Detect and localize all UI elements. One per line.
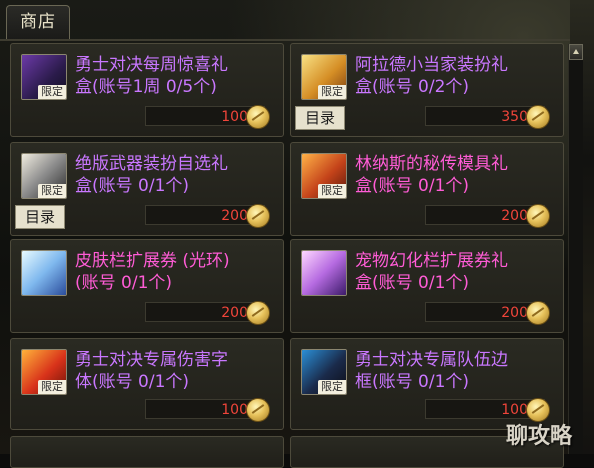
shop-item-card[interactable]: 宠物幻化栏扩展券礼 盒(账号 0/1个) 200 <box>290 239 564 333</box>
shop-item-card[interactable]: 限定 勇士对决每周惊喜礼 盒(账号1周 0/5个) 100 <box>10 43 284 137</box>
item-name-line: 勇士对决专属伤害字 <box>75 350 228 370</box>
item-price: 100 <box>145 398 270 422</box>
item-name-line: 盒(账号 0/1个) <box>355 176 470 196</box>
tab-shop[interactable]: 商店 <box>6 5 70 40</box>
scroll-up-arrow-icon[interactable] <box>569 44 583 60</box>
shop-item-card[interactable]: 限定 林纳斯的秘传模具礼 盒(账号 0/1个) 200 <box>290 142 564 236</box>
item-price: 100 <box>425 398 550 422</box>
tab-divider <box>0 39 570 41</box>
coin-icon <box>526 105 550 129</box>
item-name-line: 绝版武器装扮自选礼 <box>75 154 228 174</box>
item-name-line: 宠物幻化栏扩展券礼 <box>355 251 508 271</box>
item-name-line: 阿拉德小当家装扮礼 <box>355 55 508 75</box>
item-icon[interactable]: 限定 <box>301 54 347 100</box>
coin-icon <box>526 301 550 325</box>
limited-tag: 限定 <box>318 85 346 99</box>
price-value: 200 <box>221 208 248 224</box>
shop-item-card[interactable]: 限定 阿拉德小当家装扮礼 盒(账号 0/2个) 350 目录 <box>290 43 564 137</box>
price-value: 100 <box>501 402 528 418</box>
item-name-line: 盒(账号 0/2个) <box>355 77 470 97</box>
limited-tag: 限定 <box>38 184 66 198</box>
limited-tag: 限定 <box>318 184 346 198</box>
item-name: 阿拉德小当家装扮礼 盒(账号 0/2个) <box>355 54 555 98</box>
item-name-line: 体(账号 0/1个) <box>75 372 190 392</box>
catalog-button[interactable]: 目录 <box>295 106 345 130</box>
coin-icon <box>246 398 270 422</box>
item-icon[interactable]: 限定 <box>21 349 67 395</box>
item-icon[interactable]: 限定 <box>301 349 347 395</box>
price-value: 200 <box>501 305 528 321</box>
shop-item-card[interactable]: 限定 勇士对决专属队伍边 框(账号 0/1个) 100 <box>290 338 564 430</box>
item-name: 勇士对决专属伤害字 体(账号 0/1个) <box>75 349 275 393</box>
item-price: 200 <box>145 204 270 228</box>
limited-tag: 限定 <box>38 380 66 394</box>
item-icon[interactable] <box>21 250 67 296</box>
item-price: 200 <box>145 301 270 325</box>
price-value: 100 <box>221 109 248 125</box>
item-name-line: 林纳斯的秘传模具礼 <box>355 154 508 174</box>
item-price: 200 <box>425 204 550 228</box>
item-name-line: 盒(账号 0/1个) <box>355 273 470 293</box>
item-icon[interactable]: 限定 <box>21 54 67 100</box>
item-name-line: (账号 0/1个) <box>75 273 173 293</box>
scrollbar[interactable] <box>568 44 583 454</box>
item-name: 绝版武器装扮自选礼 盒(账号 0/1个) <box>75 153 275 197</box>
item-price: 200 <box>425 301 550 325</box>
item-icon[interactable]: 限定 <box>21 153 67 199</box>
coin-icon <box>246 301 270 325</box>
limited-tag: 限定 <box>38 85 66 99</box>
shop-item-card-partial[interactable] <box>10 436 284 468</box>
item-art-icon <box>302 251 346 295</box>
item-name: 皮肤栏扩展券 (光环) (账号 0/1个) <box>75 250 275 294</box>
item-name: 宠物幻化栏扩展券礼 盒(账号 0/1个) <box>355 250 555 294</box>
price-value: 100 <box>221 402 248 418</box>
item-price: 350 <box>425 105 550 129</box>
item-name-line: 盒(账号1周 0/5个) <box>75 77 217 97</box>
item-name-line: 皮肤栏扩展券 (光环) <box>75 251 230 271</box>
item-icon[interactable] <box>301 250 347 296</box>
limited-tag: 限定 <box>318 380 346 394</box>
catalog-button[interactable]: 目录 <box>15 205 65 229</box>
item-name: 勇士对决专属队伍边 框(账号 0/1个) <box>355 349 555 393</box>
shop-item-card[interactable]: 皮肤栏扩展券 (光环) (账号 0/1个) 200 <box>10 239 284 333</box>
watermark: 聊攻略 <box>506 424 573 449</box>
item-price: 100 <box>145 105 270 129</box>
price-value: 200 <box>221 305 248 321</box>
item-name-line: 勇士对决专属队伍边 <box>355 350 508 370</box>
item-name-line: 勇士对决每周惊喜礼 <box>75 55 228 75</box>
item-name: 林纳斯的秘传模具礼 盒(账号 0/1个) <box>355 153 555 197</box>
item-name-line: 框(账号 0/1个) <box>355 372 470 392</box>
item-icon[interactable]: 限定 <box>301 153 347 199</box>
shop-item-card[interactable]: 限定 绝版武器装扮自选礼 盒(账号 0/1个) 200 目录 <box>10 142 284 236</box>
item-art-icon <box>22 251 66 295</box>
coin-icon <box>246 204 270 228</box>
item-name: 勇士对决每周惊喜礼 盒(账号1周 0/5个) <box>75 54 275 98</box>
price-value: 200 <box>501 208 528 224</box>
price-value: 350 <box>501 109 528 125</box>
item-name-line: 盒(账号 0/1个) <box>75 176 190 196</box>
coin-icon <box>246 105 270 129</box>
coin-icon <box>526 204 550 228</box>
shop-item-card[interactable]: 限定 勇士对决专属伤害字 体(账号 0/1个) 100 <box>10 338 284 430</box>
